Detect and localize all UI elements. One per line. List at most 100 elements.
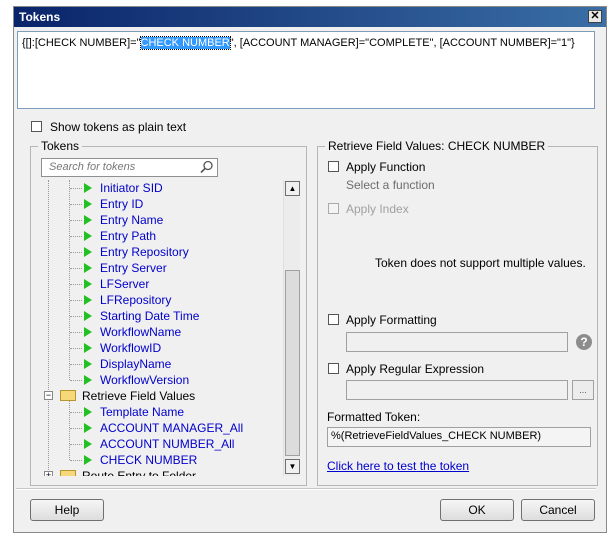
tree-token-item[interactable]: Entry ID (40, 196, 285, 212)
ok-button[interactable]: OK (440, 499, 514, 521)
tree-token-label: WorkflowName (100, 325, 182, 339)
tree-token-item[interactable]: Entry Repository (40, 244, 285, 260)
tree-token-item[interactable]: DisplayName (40, 356, 285, 372)
token-arrow-icon (84, 263, 92, 273)
token-search-input[interactable]: Search for tokens (41, 158, 218, 177)
token-arrow-icon (84, 423, 92, 433)
token-tree[interactable]: Initiator SID Entry ID Entry Name Entry Pat… (40, 180, 285, 476)
tree-token-item[interactable]: Starting Date Time (40, 308, 285, 324)
tokens-group-title: Tokens (38, 139, 83, 153)
multi-values-note: Token does not support multiple values. (375, 256, 586, 270)
token-arrow-icon (84, 215, 92, 225)
tree-connector-line (70, 188, 82, 189)
token-arrow-icon (84, 311, 92, 321)
tree-token-item[interactable]: LFServer (40, 276, 285, 292)
tree-scrollbar[interactable]: ▲ ▼ (283, 180, 300, 476)
apply-regex-checkbox[interactable] (328, 363, 339, 374)
tree-connector-line (70, 204, 82, 205)
tree-connector-line (70, 412, 82, 413)
tree-token-label: Entry Path (100, 229, 157, 243)
show-plain-text-checkbox[interactable] (31, 121, 42, 132)
scroll-up-button[interactable]: ▲ (285, 181, 300, 196)
tree-connector-line (70, 348, 82, 349)
expression-selected-text: CHECK NUMBER (139, 36, 231, 50)
tree-token-item[interactable]: Entry Name (40, 212, 285, 228)
token-arrow-icon (84, 295, 92, 305)
search-placeholder: Search for tokens (49, 161, 136, 173)
tree-token-item[interactable]: ACCOUNT MANAGER_All (40, 420, 285, 436)
tree-token-label: Starting Date Time (100, 309, 200, 323)
token-arrow-icon (84, 183, 92, 193)
tree-group-node[interactable]: − Retrieve Field Values (40, 388, 285, 404)
tree-token-label: Entry Repository (100, 245, 189, 259)
tree-token-label: CHECK NUMBER (100, 453, 198, 467)
token-arrow-icon (84, 407, 92, 417)
collapse-icon[interactable]: − (44, 391, 53, 400)
button-separator (16, 488, 596, 490)
apply-function-label: Apply Function (346, 160, 426, 174)
token-arrow-icon (84, 455, 92, 465)
tree-token-label: Template Name (100, 405, 185, 419)
tree-connector-line (70, 364, 82, 365)
tree-token-label: DisplayName (100, 357, 172, 371)
field-values-title: Retrieve Field Values: CHECK NUMBER (325, 139, 549, 153)
select-function-hint[interactable]: Select a function (346, 178, 435, 192)
tree-token-label: Entry Name (100, 213, 164, 227)
formatted-token-field[interactable]: %(RetrieveFieldValues_CHECK NUMBER) (327, 427, 591, 447)
formatting-input[interactable] (346, 332, 568, 352)
tree-token-item[interactable]: WorkflowVersion (40, 372, 285, 388)
token-arrow-icon (84, 199, 92, 209)
apply-function-checkbox[interactable] (328, 161, 339, 172)
cancel-button[interactable]: Cancel (521, 499, 595, 521)
apply-formatting-checkbox[interactable] (328, 314, 339, 325)
apply-index-label: Apply Index (346, 202, 409, 216)
expand-icon[interactable]: + (44, 471, 53, 476)
tree-token-item[interactable]: Entry Path (40, 228, 285, 244)
tree-token-label: Entry Server (100, 261, 167, 275)
tree-token-label: LFRepository (100, 293, 172, 307)
tree-token-item[interactable]: LFRepository (40, 292, 285, 308)
token-arrow-icon (84, 279, 92, 289)
search-icon[interactable] (200, 160, 214, 177)
formatting-help-icon[interactable]: ? (576, 334, 592, 350)
token-arrow-icon (84, 359, 92, 369)
tree-token-item[interactable]: CHECK NUMBER (40, 452, 285, 468)
tree-group-node[interactable]: + Route Entry to Folder (40, 468, 285, 476)
tree-token-item[interactable]: Initiator SID (40, 180, 285, 196)
tree-token-item[interactable]: WorkflowID (40, 340, 285, 356)
regex-input[interactable] (346, 380, 568, 400)
scroll-down-button[interactable]: ▼ (285, 459, 300, 474)
expression-suffix: ", [ACCOUNT MANAGER]="COMPLETE", [ACCOUN… (229, 37, 575, 49)
tree-token-label: ACCOUNT MANAGER_All (100, 421, 244, 435)
tree-token-label: Initiator SID (100, 181, 163, 195)
tree-token-label: ACCOUNT NUMBER_All (100, 437, 235, 451)
help-button[interactable]: Help (30, 499, 104, 521)
tree-connector-line (70, 460, 82, 461)
tree-connector-line (70, 236, 82, 237)
tree-token-item[interactable]: ACCOUNT NUMBER_All (40, 436, 285, 452)
tree-token-item[interactable]: Template Name (40, 404, 285, 420)
regex-builder-button[interactable]: ... (572, 380, 594, 400)
tree-connector-line (70, 220, 82, 221)
formatted-token-label: Formatted Token: (327, 410, 421, 424)
token-arrow-icon (84, 231, 92, 241)
token-arrow-icon (84, 247, 92, 257)
folder-icon (60, 470, 76, 476)
token-arrow-icon (84, 375, 92, 385)
test-token-link[interactable]: Click here to test the token (327, 459, 469, 473)
close-button[interactable]: ✕ (588, 10, 602, 23)
tree-group-label: Retrieve Field Values (82, 389, 196, 403)
tree-token-label: WorkflowVersion (100, 373, 190, 387)
token-expression-editor[interactable]: {[]:[CHECK NUMBER]="CHECK NUMBER", [ACCO… (17, 31, 595, 109)
scroll-thumb[interactable] (285, 270, 300, 456)
tree-connector-line (70, 444, 82, 445)
token-arrow-icon (84, 343, 92, 353)
tree-token-item[interactable]: WorkflowName (40, 324, 285, 340)
tree-connector-line (70, 428, 82, 429)
title-bar[interactable]: Tokens ✕ (14, 7, 606, 27)
tree-token-item[interactable]: Entry Server (40, 260, 285, 276)
tree-token-label: LFServer (100, 277, 150, 291)
tree-connector-line (70, 316, 82, 317)
tree-connector-line (70, 252, 82, 253)
show-plain-text-label: Show tokens as plain text (50, 120, 187, 134)
